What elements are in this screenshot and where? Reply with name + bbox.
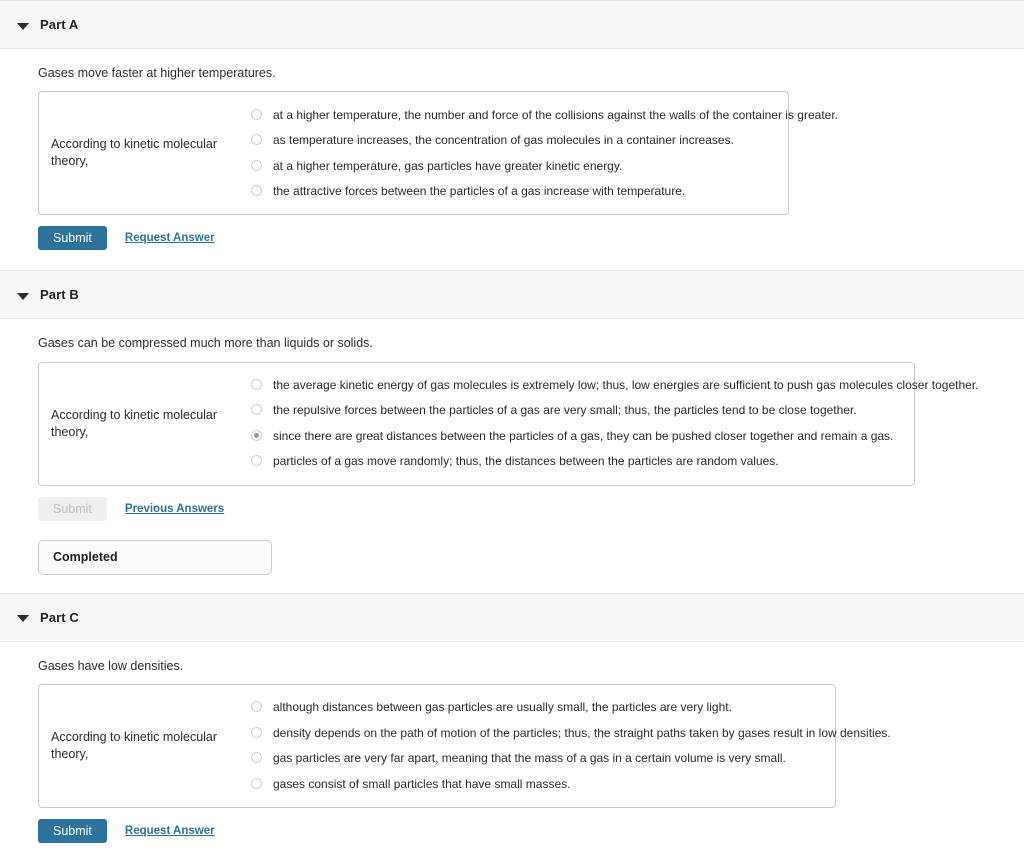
- radio-button[interactable]: [251, 726, 262, 738]
- part-section-part-c: Part C Gases have low densities. According…: [0, 592, 1024, 863]
- choice-option[interactable]: the repulsive forces between the particl…: [251, 398, 978, 424]
- chevron-down-icon[interactable]: [16, 288, 30, 302]
- part-title: Part B: [40, 287, 79, 303]
- action-row: Submit Request Answer: [38, 215, 1024, 252]
- question-stem-column: According to kinetic molecular theory,: [39, 373, 251, 475]
- answer-panel: According to kinetic molecular theory, at…: [38, 91, 838, 216]
- radio-button[interactable]: [251, 378, 262, 390]
- part-title: Part A: [40, 17, 79, 32]
- choice-option[interactable]: gas particles are very far apart, meanin…: [251, 746, 891, 772]
- choice-option[interactable]: the attractive forces between the partic…: [251, 179, 838, 205]
- choice-label: at a higher temperature, the number and …: [273, 107, 838, 122]
- part-section-part-b: Part B Gases can be compressed much more …: [0, 270, 1024, 592]
- choices-column: at a higher temperature, the number and …: [251, 102, 848, 204]
- choices-column: although distances between gas particles…: [251, 695, 901, 797]
- radio-button[interactable]: [251, 134, 262, 145]
- radio-button[interactable]: [251, 455, 262, 467]
- action-row: Submit Request Answer: [38, 808, 1024, 845]
- chevron-down-icon[interactable]: [16, 610, 30, 624]
- choice-label: as temperature increases, the concentrat…: [273, 133, 734, 147]
- choice-option[interactable]: at a higher temperature, gas particles h…: [251, 153, 838, 179]
- question-stem-column: According to kinetic molecular theory,: [39, 695, 251, 797]
- choice-label: gases consist of small particles that ha…: [273, 776, 571, 791]
- status-badge: Completed: [53, 550, 118, 564]
- chevron-down-icon[interactable]: [16, 18, 30, 32]
- radio-button[interactable]: [251, 701, 262, 712]
- status-panel: Completed: [38, 539, 272, 575]
- choice-label: at a higher temperature, gas particles h…: [273, 158, 623, 173]
- part-section-part-a: Part A Gases move faster at higher temper…: [0, 0, 1024, 270]
- radio-button-selected[interactable]: [251, 429, 262, 441]
- part-body-part-c: Gases have low densities. According to ki…: [0, 642, 1024, 845]
- question-stem: According to kinetic molecular theory,: [51, 729, 218, 761]
- part-body-part-a: Gases move faster at higher temperatures…: [0, 49, 1024, 252]
- question-stem: According to kinetic molecular theory,: [51, 407, 218, 439]
- answer-panel: According to kinetic molecular theory, al…: [38, 683, 891, 808]
- request-answer-link[interactable]: Request Answer: [125, 232, 215, 244]
- choice-label: gas particles are very far apart, meanin…: [273, 751, 786, 765]
- question-prompt: Gases have low densities.: [38, 658, 184, 673]
- choice-label: density depends on the path of motion of…: [273, 725, 891, 740]
- choice-label: the average kinetic energy of gas molecu…: [273, 377, 979, 392]
- question-stem-column: According to kinetic molecular theory,: [39, 102, 251, 204]
- choice-label: particles of a gas move randomly; thus, …: [273, 454, 779, 469]
- answer-panel: According to kinetic molecular theory, th…: [38, 361, 978, 486]
- choice-option[interactable]: gases consist of small particles that ha…: [251, 771, 891, 797]
- radio-button[interactable]: [251, 185, 262, 196]
- submit-button: Submit: [38, 496, 107, 521]
- choice-option[interactable]: although distances between gas particles…: [251, 695, 891, 721]
- radio-button[interactable]: [251, 108, 262, 120]
- choice-option[interactable]: the average kinetic energy of gas molecu…: [251, 373, 978, 399]
- choice-option[interactable]: density depends on the path of motion of…: [251, 720, 891, 746]
- submit-button[interactable]: Submit: [38, 818, 107, 843]
- previous-answers-link[interactable]: Previous Answers: [125, 503, 224, 515]
- assignment-parts-container: Part A Gases move faster at higher temper…: [0, 0, 1024, 863]
- part-header-part-c[interactable]: Part C: [0, 592, 1024, 642]
- radio-button[interactable]: [251, 159, 262, 171]
- radio-button[interactable]: [251, 752, 262, 763]
- part-header-part-a[interactable]: Part A: [0, 0, 1024, 49]
- question-prompt: Gases move faster at higher temperatures…: [38, 66, 276, 80]
- question-stem: According to kinetic molecular theory,: [51, 137, 218, 169]
- submit-button[interactable]: Submit: [38, 226, 107, 251]
- choice-option[interactable]: as temperature increases, the concentrat…: [251, 128, 838, 154]
- part-header-part-b[interactable]: Part B: [0, 270, 1024, 320]
- choice-label: the attractive forces between the partic…: [273, 184, 686, 198]
- choice-label: although distances between gas particles…: [273, 700, 732, 714]
- part-body-part-b: Gases can be compressed much more than l…: [0, 319, 1024, 575]
- radio-button[interactable]: [251, 404, 262, 416]
- part-title: Part C: [40, 609, 79, 625]
- action-row: Submit Previous Answers: [38, 486, 1024, 523]
- choice-option[interactable]: since there are great distances between …: [251, 424, 978, 450]
- choice-option[interactable]: at a higher temperature, the number and …: [251, 102, 838, 128]
- radio-button[interactable]: [251, 777, 262, 789]
- question-prompt: Gases can be compressed much more than l…: [38, 336, 373, 351]
- choice-label: the repulsive forces between the particl…: [273, 403, 857, 418]
- choice-label: since there are great distances between …: [273, 428, 894, 443]
- request-answer-link[interactable]: Request Answer: [125, 825, 215, 837]
- choice-option[interactable]: particles of a gas move randomly; thus, …: [251, 449, 978, 475]
- choices-column: the average kinetic energy of gas molecu…: [251, 373, 988, 475]
